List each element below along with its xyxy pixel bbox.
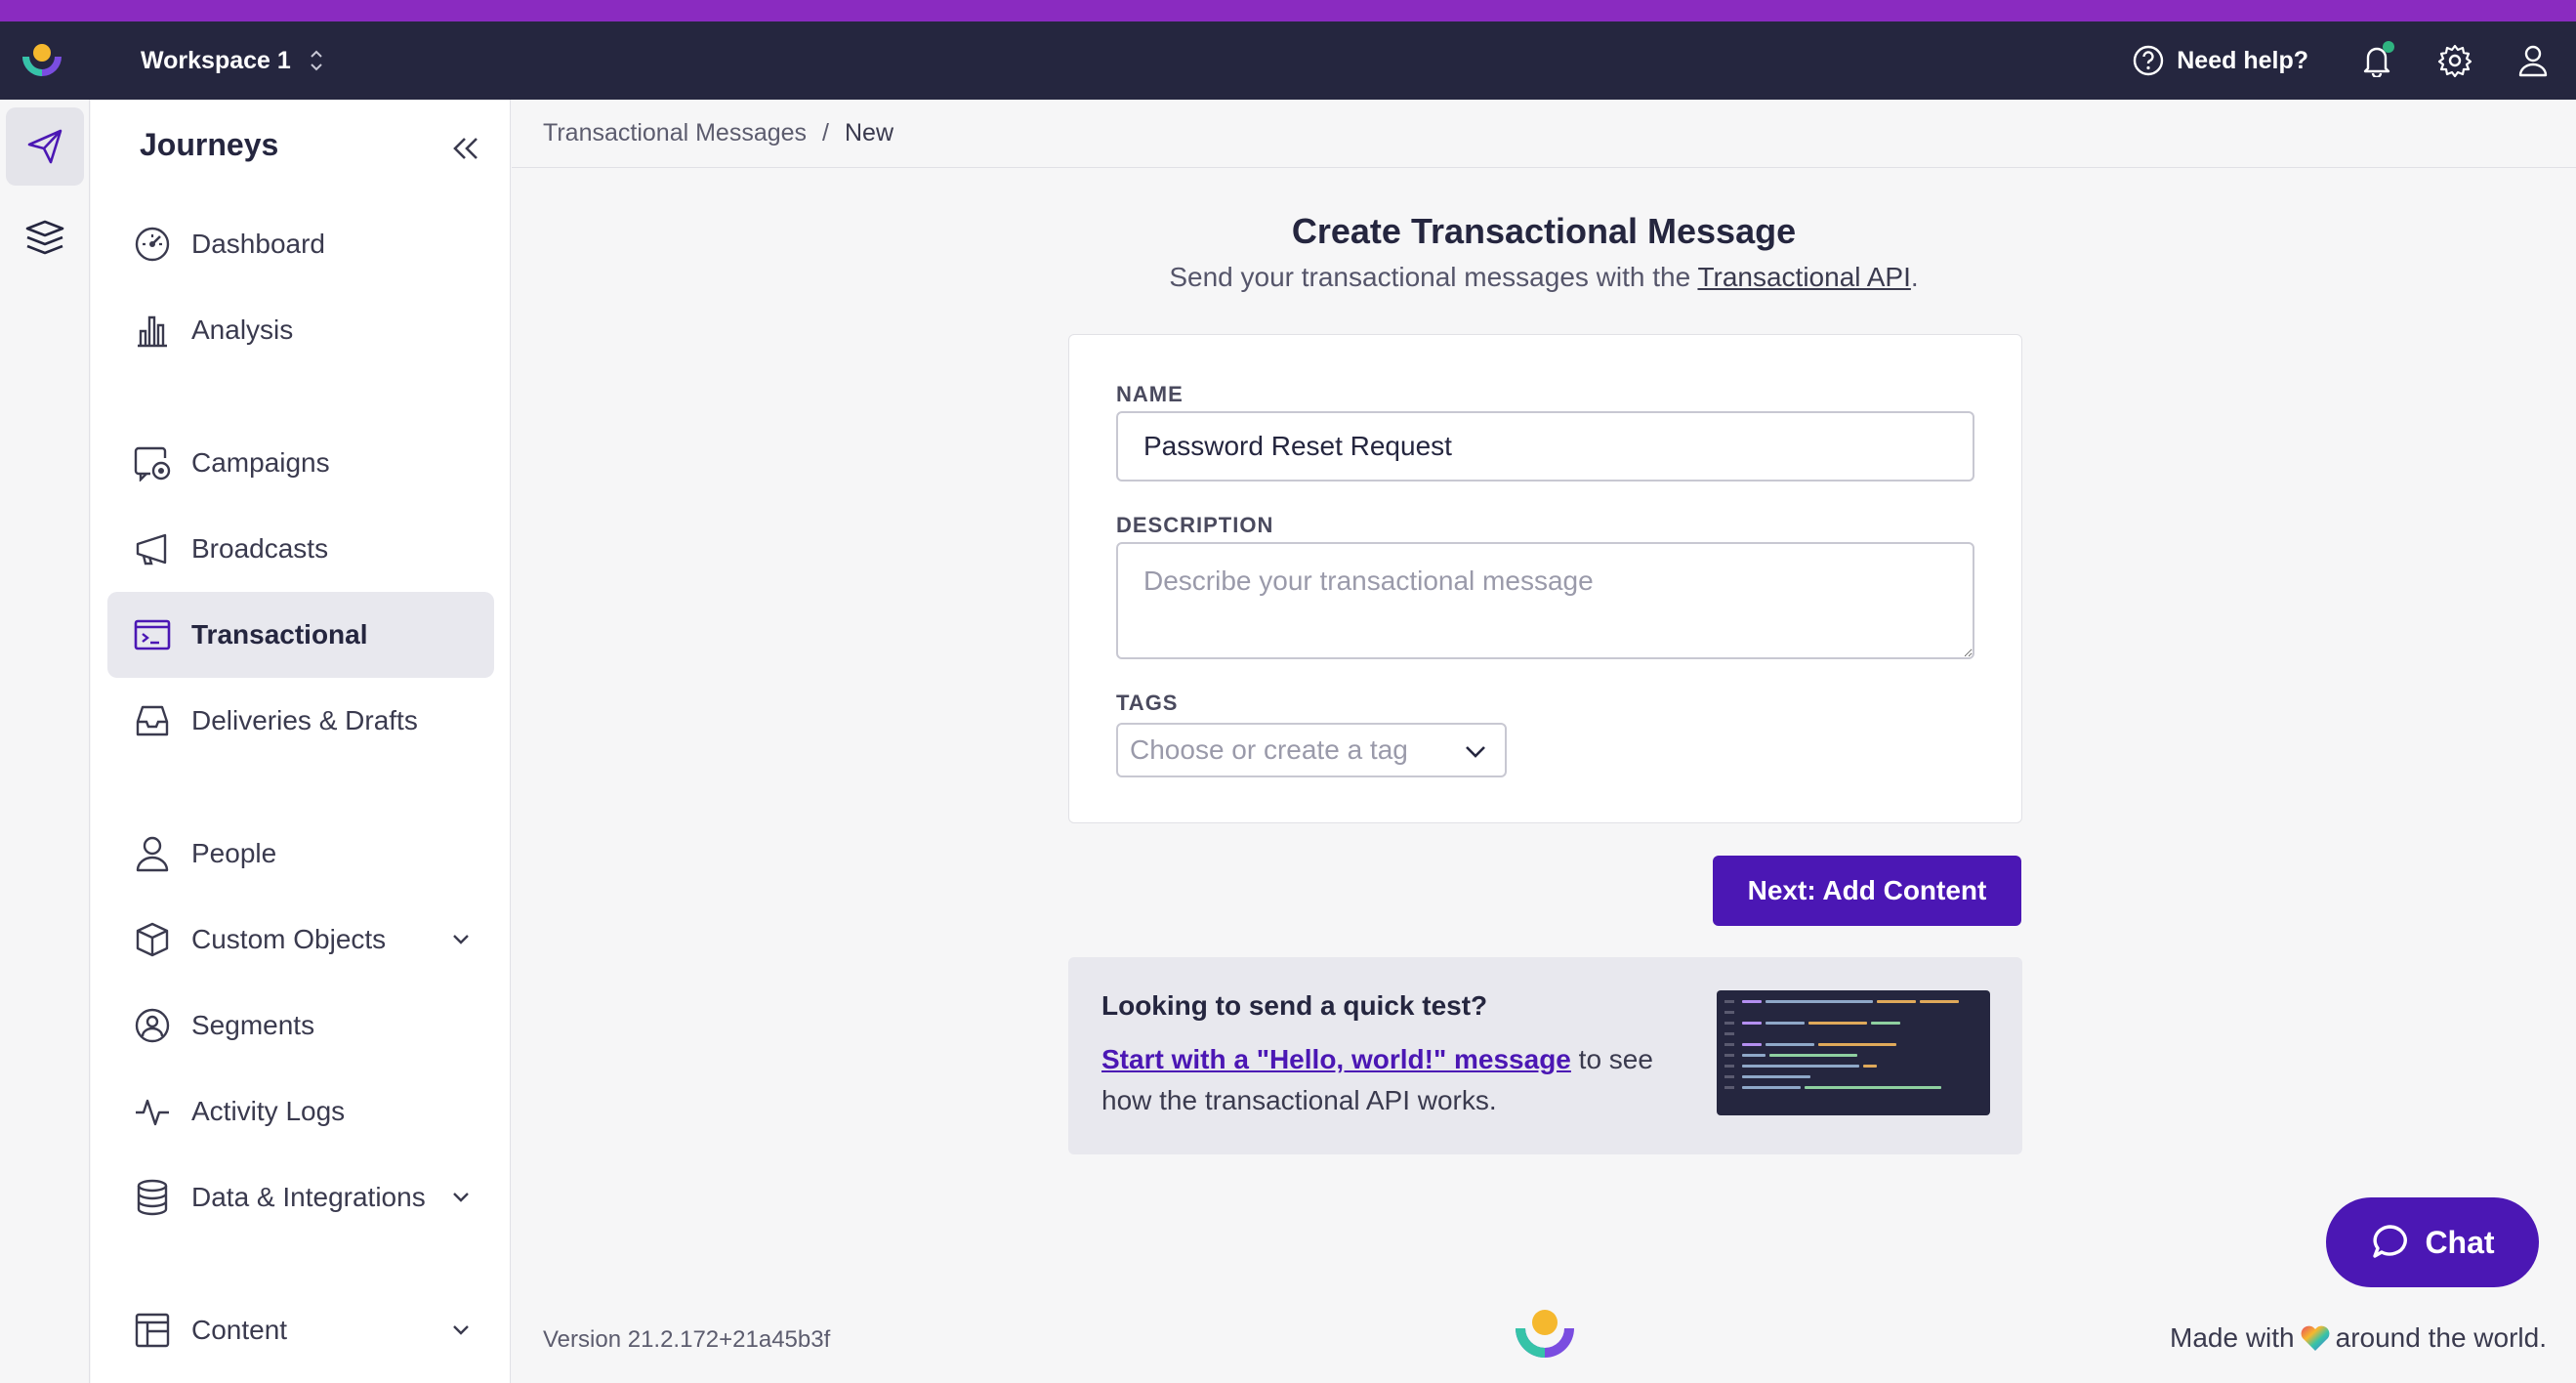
chevron-updown-icon (309, 48, 324, 73)
sidebar-item-campaigns[interactable]: Campaigns (107, 420, 494, 506)
sidebar-item-people[interactable]: People (107, 811, 494, 897)
chevron-down-icon[interactable] (447, 1184, 475, 1211)
hello-world-link[interactable]: Start with a "Hello, world!" message (1101, 1044, 1571, 1074)
notifications-button[interactable] (2357, 41, 2396, 80)
code-preview-image (1717, 990, 1990, 1115)
name-input[interactable] (1116, 411, 1974, 482)
description-label: DESCRIPTION (1116, 513, 1274, 537)
breadcrumb-transactional-messages[interactable]: Transactional Messages (543, 119, 807, 147)
breadcrumb-current: New (845, 119, 894, 147)
subtitle-text: Send your transactional messages with th… (1169, 262, 1698, 292)
message-form-card: NAME DESCRIPTION TAGS Choose or create a… (1068, 334, 2022, 823)
name-label: NAME (1116, 382, 1184, 406)
page-subtitle: Send your transactional messages with th… (512, 262, 2576, 293)
rail-journeys-button[interactable] (6, 107, 84, 186)
chat-label: Chat (2425, 1224, 2495, 1260)
sidebar-item-content[interactable]: Content (107, 1287, 494, 1373)
help-label: Need help? (2177, 46, 2308, 74)
sidebar-item-label: Dashboard (191, 229, 325, 259)
sidebar-item-label: Campaigns (191, 447, 330, 478)
workspace-name: Workspace 1 (141, 46, 291, 74)
quick-test-tip: Looking to send a quick test? Start with… (1068, 957, 2022, 1154)
tip-title: Looking to send a quick test? (1101, 990, 1488, 1021)
person-icon (133, 834, 172, 873)
sidebar-item-label: Content (191, 1315, 288, 1345)
notification-dot (2383, 41, 2394, 53)
top-bar: Workspace 1 Need help? (0, 21, 2576, 100)
segment-icon (133, 1006, 172, 1045)
help-link[interactable]: Need help? (2132, 44, 2308, 77)
sidebar: Journeys Dashboard Analysis Campaigns Br… (91, 100, 511, 1383)
double-chevron-left-icon (453, 138, 478, 159)
sidebar-item-deliveries-drafts[interactable]: Deliveries & Drafts (107, 678, 494, 764)
tags-select[interactable]: Choose or create a tag (1116, 723, 1507, 777)
made-prefix: Made with (2170, 1322, 2295, 1353)
user-icon (2518, 45, 2548, 77)
gauge-icon (133, 225, 172, 264)
sidebar-item-analysis[interactable]: Analysis (107, 287, 494, 373)
chevron-down-icon[interactable] (447, 1317, 475, 1344)
breadcrumb-separator: / (822, 119, 829, 147)
cube-icon (133, 920, 172, 959)
bar-chart-icon (133, 311, 172, 350)
sidebar-item-label: Data & Integrations (191, 1182, 426, 1212)
sidebar-item-dashboard[interactable]: Dashboard (107, 201, 494, 287)
sidebar-item-broadcasts[interactable]: Broadcasts (107, 506, 494, 592)
main-content: Transactional Messages / New Create Tran… (512, 100, 2576, 1383)
campaign-icon (133, 443, 172, 482)
breadcrumb: Transactional Messages / New (512, 100, 2576, 168)
subtitle-period: . (1910, 262, 1919, 292)
help-circle-icon (2134, 45, 2164, 76)
sidebar-item-data-integrations[interactable]: Data & Integrations (107, 1154, 494, 1240)
sidebar-item-label: Broadcasts (191, 533, 329, 564)
sidebar-item-label: Analysis (191, 314, 294, 345)
description-textarea[interactable] (1116, 542, 1974, 659)
terminal-icon (133, 615, 172, 654)
brand-stripe (0, 0, 2576, 21)
sidebar-item-label: Segments (191, 1010, 315, 1040)
layout-icon (133, 1311, 172, 1350)
sidebar-item-segments[interactable]: Segments (107, 983, 494, 1069)
sidebar-item-label: Activity Logs (191, 1096, 346, 1126)
next-add-content-button[interactable]: Next: Add Content (1713, 856, 2021, 926)
sidebar-item-activity-logs[interactable]: Activity Logs (107, 1069, 494, 1154)
app-rail (0, 100, 90, 1383)
chevron-down-icon[interactable] (447, 926, 475, 953)
sidebar-item-label: Deliveries & Drafts (191, 705, 418, 735)
transactional-api-link[interactable]: Transactional API (1697, 262, 1910, 292)
sidebar-item-transactional[interactable]: Transactional (107, 592, 494, 678)
made-with-love: Made with around the world. (2170, 1322, 2547, 1354)
inbox-icon (133, 701, 172, 740)
settings-button[interactable] (2435, 41, 2474, 80)
chat-button[interactable]: Chat (2326, 1197, 2539, 1287)
sidebar-item-label: Custom Objects (191, 924, 387, 954)
database-icon (133, 1178, 172, 1217)
collapse-sidebar-button[interactable] (446, 131, 485, 166)
sidebar-title: Journeys (140, 127, 279, 162)
sidebar-item-custom-objects[interactable]: Custom Objects (107, 897, 494, 983)
gear-icon (2437, 44, 2472, 78)
rainbow-heart-icon (2299, 1323, 2332, 1353)
rail-layers-button[interactable] (6, 199, 84, 277)
tags-label: TAGS (1116, 691, 1179, 715)
chat-bubble-icon (2373, 1225, 2408, 1258)
made-suffix: around the world. (2335, 1322, 2547, 1353)
account-button[interactable] (2514, 41, 2553, 80)
brand-logo-icon (1516, 1310, 1574, 1358)
sidebar-item-label: People (191, 838, 277, 868)
paper-plane-icon (27, 129, 62, 164)
pulse-icon (133, 1092, 172, 1131)
workspace-switcher[interactable]: Workspace 1 (141, 21, 324, 100)
page-title: Create Transactional Message (1291, 211, 1797, 251)
sidebar-item-label: Transactional (191, 619, 368, 650)
version-text: Version 21.2.172+21a45b3f (543, 1326, 831, 1353)
brand-logo-icon[interactable] (18, 41, 66, 80)
megaphone-icon (133, 529, 172, 568)
tip-body: Start with a "Hello, world!" message to … (1101, 1039, 1707, 1121)
chevron-down-icon (1462, 738, 1489, 773)
tags-placeholder: Choose or create a tag (1130, 734, 1408, 765)
layers-icon (25, 220, 64, 255)
